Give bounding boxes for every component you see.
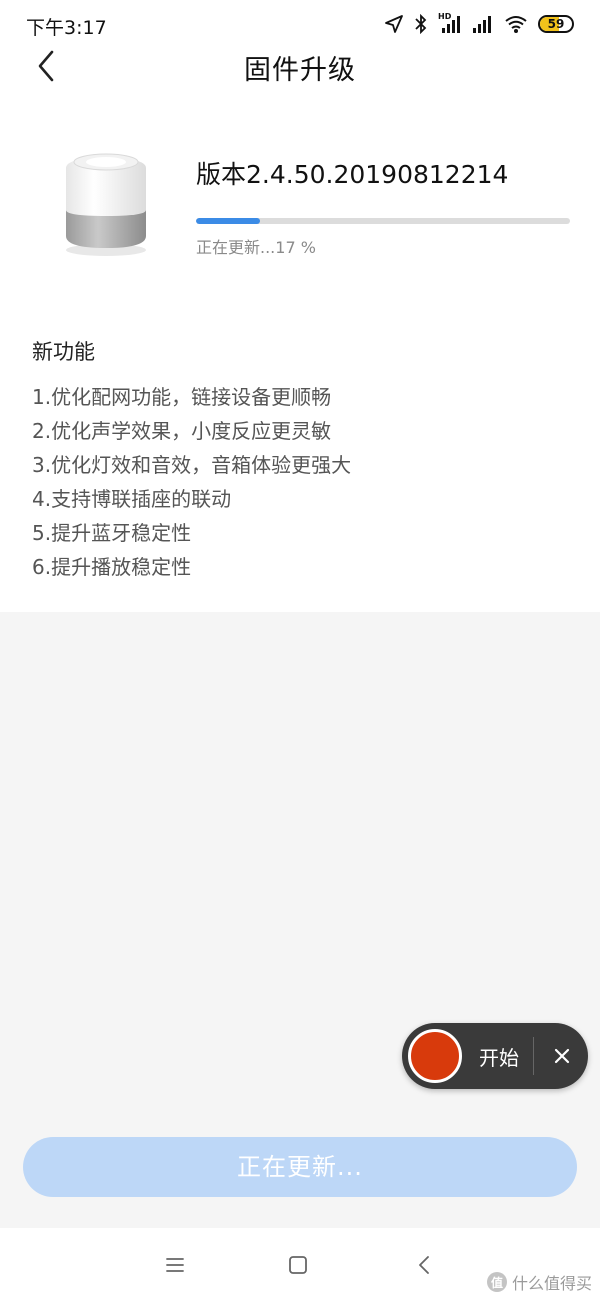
- navigation-bar: 值 什么值得买: [0, 1228, 600, 1300]
- smart-speaker-icon: [66, 153, 146, 256]
- update-progress-bar: [196, 218, 570, 224]
- nav-back-button[interactable]: [410, 1250, 440, 1280]
- watermark-text: 什么值得买: [511, 1274, 592, 1293]
- status-icons: HD 59: [384, 12, 574, 36]
- nav-home-button[interactable]: [283, 1250, 313, 1280]
- wifi-icon: [505, 16, 527, 33]
- recorder-close-button[interactable]: [542, 1036, 582, 1076]
- feature-item: 3.优化灯效和音效，音箱体验更强大: [32, 453, 352, 477]
- feature-item: 1.优化配网功能，链接设备更顺畅: [32, 385, 332, 409]
- watermark: 值 什么值得买: [486, 1270, 592, 1294]
- home-icon: [289, 1256, 307, 1274]
- status-time: 下午3:17: [26, 17, 107, 39]
- feature-item: 5.提升蓝牙稳定性: [32, 521, 192, 545]
- signal-icon: [473, 16, 491, 33]
- battery-level: 59: [547, 17, 565, 31]
- close-icon: [554, 1048, 570, 1064]
- header: 固件升级: [0, 40, 600, 90]
- signal-hd-icon: HD: [438, 12, 462, 34]
- screen-recorder-widget: 开始: [402, 1023, 588, 1089]
- watermark-badge: 值: [486, 1272, 507, 1292]
- features-list: 1.优化配网功能，链接设备更顺畅 2.优化声学效果，小度反应更灵敏 3.优化灯效…: [32, 382, 351, 586]
- battery-icon: 59: [538, 15, 574, 33]
- update-progress-fill: [196, 218, 260, 224]
- nav-menu-button[interactable]: [160, 1250, 190, 1280]
- record-button[interactable]: [408, 1029, 462, 1083]
- recorder-divider: [533, 1037, 534, 1075]
- send-icon: [385, 15, 403, 33]
- feature-item: 6.提升播放稳定性: [32, 555, 192, 579]
- page-title: 固件升级: [244, 55, 356, 86]
- feature-item: 4.支持博联插座的联动: [32, 487, 232, 511]
- record-start-label[interactable]: 开始: [479, 1042, 519, 1071]
- menu-icon: [166, 1258, 184, 1272]
- progress-status: 正在更新...17 %: [196, 238, 316, 257]
- features-heading: 新功能: [32, 340, 95, 364]
- feature-item: 2.优化声学效果，小度反应更灵敏: [32, 419, 332, 443]
- updating-button[interactable]: 正在更新...: [23, 1137, 577, 1197]
- bluetooth-icon: [415, 14, 427, 34]
- firmware-version: 版本2.4.50.20190812214: [196, 160, 509, 189]
- back-icon: [419, 1256, 429, 1274]
